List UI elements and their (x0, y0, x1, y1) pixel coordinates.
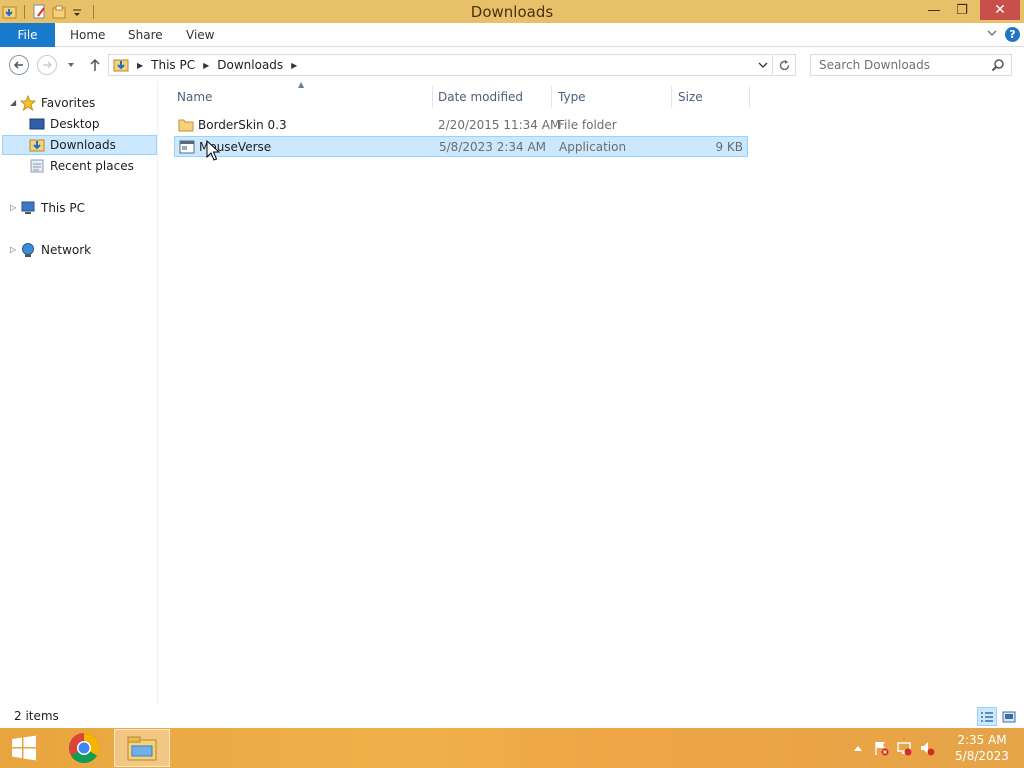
nav-desktop-label: Desktop (50, 117, 100, 131)
column-headers: ▲ Name Date modified Type Size (174, 80, 754, 110)
pane-divider[interactable] (157, 82, 158, 704)
taskbar-clock[interactable]: 2:35 AM 5/8/2023 (944, 732, 1020, 764)
file-name: BorderSkin 0.3 (198, 118, 287, 132)
nav-recent-places[interactable]: Recent places (2, 156, 157, 176)
computer-icon (20, 200, 36, 216)
start-button[interactable] (0, 729, 48, 767)
column-header-type[interactable]: Type (555, 84, 671, 110)
breadcrumb-this-pc[interactable]: This PC (151, 58, 195, 72)
forward-button[interactable] (37, 55, 57, 75)
downloads-folder-icon (113, 58, 129, 72)
refresh-button[interactable] (774, 54, 796, 76)
chevron-down-icon (68, 63, 74, 67)
nav-network-label: Network (41, 243, 92, 257)
breadcrumb-chevron-icon[interactable]: ▶ (203, 61, 209, 70)
clock-time: 2:35 AM (957, 733, 1007, 747)
network-status-icon[interactable] (896, 740, 912, 756)
application-icon (179, 139, 195, 155)
up-button[interactable] (85, 55, 105, 75)
star-icon (19, 94, 37, 112)
help-icon[interactable]: ? (1005, 27, 1020, 42)
expand-arrow-icon[interactable]: ▷ (10, 245, 16, 254)
recent-places-icon (29, 158, 45, 174)
ribbon-tabs: File Home Share View ? (0, 23, 1024, 47)
nav-recent-places-label: Recent places (50, 159, 134, 173)
network-icon (20, 242, 36, 258)
details-view-icon (981, 711, 993, 722)
forward-arrow-icon (43, 61, 53, 69)
address-bar[interactable]: ▶ This PC ▶ Downloads ▶ (108, 54, 773, 76)
nav-network[interactable]: ▷ Network (8, 240, 158, 260)
file-row[interactable]: BorderSkin 0.3 2/20/2015 11:34 AM File f… (174, 115, 748, 136)
status-bar: 2 items (0, 704, 1024, 728)
taskbar: 2:35 AM 5/8/2023 (0, 728, 1024, 768)
expand-ribbon-chevron-icon[interactable] (985, 27, 999, 41)
nav-downloads-label: Downloads (50, 138, 116, 152)
action-center-flag-icon[interactable] (873, 740, 889, 756)
column-divider[interactable] (432, 86, 433, 108)
tab-share[interactable]: Share (128, 23, 163, 47)
file-type: Application (559, 140, 627, 154)
file-size: 9 KB (715, 140, 743, 154)
refresh-icon (779, 59, 790, 70)
up-arrow-icon (90, 58, 100, 71)
column-divider[interactable] (551, 86, 552, 108)
folder-icon (178, 117, 194, 133)
nav-this-pc[interactable]: ▷ This PC (8, 198, 158, 218)
collapse-arrow-icon[interactable]: ◢ (10, 98, 16, 107)
search-input[interactable] (811, 55, 981, 75)
file-row[interactable]: MouseVerse 5/8/2023 2:34 AM Application … (174, 136, 748, 157)
navigation-pane: ◢ Favorites Desktop Downloads Recent pla… (0, 82, 160, 704)
nav-downloads[interactable]: Downloads (2, 135, 157, 155)
mouse-cursor-icon (206, 140, 220, 161)
breadcrumb-chevron-icon[interactable]: ▶ (291, 61, 297, 70)
chrome-icon (68, 733, 100, 764)
file-date-modified: 5/8/2023 2:34 AM (439, 140, 547, 154)
tab-home[interactable]: Home (70, 23, 105, 47)
details-view-button[interactable] (977, 707, 997, 726)
nav-favorites[interactable]: ◢ Favorites (8, 93, 158, 113)
tab-view[interactable]: View (186, 23, 214, 47)
close-button[interactable]: ✕ (980, 0, 1020, 20)
large-icons-view-icon (1002, 711, 1016, 722)
column-divider[interactable] (671, 86, 672, 108)
file-type: File folder (558, 118, 617, 132)
restore-button[interactable]: ❐ (948, 0, 976, 20)
windows-logo-icon (12, 735, 36, 761)
column-header-size[interactable]: Size (675, 84, 749, 110)
column-header-name[interactable]: Name (174, 84, 432, 110)
search-icon[interactable] (991, 58, 1005, 72)
show-hidden-icons-icon[interactable] (850, 740, 866, 756)
file-explorer-taskbar-button[interactable] (114, 729, 170, 767)
expand-arrow-icon[interactable]: ▷ (10, 203, 16, 212)
tab-file[interactable]: File (0, 23, 55, 47)
breadcrumb-chevron-icon[interactable]: ▶ (137, 61, 143, 70)
large-icons-view-button[interactable] (999, 707, 1019, 726)
nav-this-pc-label: This PC (41, 201, 85, 215)
title-bar: Downloads — ❐ ✕ (0, 0, 1024, 23)
chrome-taskbar-button[interactable] (56, 729, 112, 767)
window-title: Downloads (470, 3, 554, 21)
nav-desktop[interactable]: Desktop (2, 114, 157, 134)
desktop-icon (29, 116, 45, 132)
file-list: ▲ Name Date modified Type Size BorderSki… (160, 80, 1024, 704)
breadcrumb-downloads[interactable]: Downloads (217, 58, 283, 72)
search-box[interactable] (810, 54, 1012, 76)
back-arrow-icon (13, 61, 23, 69)
minimize-button[interactable]: — (920, 0, 948, 20)
downloads-folder-icon (29, 137, 45, 153)
file-date-modified: 2/20/2015 11:34 AM (438, 118, 561, 132)
system-tray (850, 728, 942, 768)
address-dropdown-icon[interactable] (758, 58, 768, 75)
volume-muted-icon[interactable] (919, 740, 935, 756)
clock-date: 5/8/2023 (955, 749, 1009, 763)
back-button[interactable] (9, 55, 29, 75)
nav-favorites-label: Favorites (41, 96, 96, 110)
column-divider[interactable] (749, 86, 750, 108)
recent-locations-button[interactable] (64, 58, 78, 72)
column-header-date-modified[interactable]: Date modified (435, 84, 551, 110)
file-explorer-icon (127, 736, 157, 761)
address-row: ▶ This PC ▶ Downloads ▶ (0, 48, 1024, 82)
item-count: 2 items (14, 709, 59, 723)
